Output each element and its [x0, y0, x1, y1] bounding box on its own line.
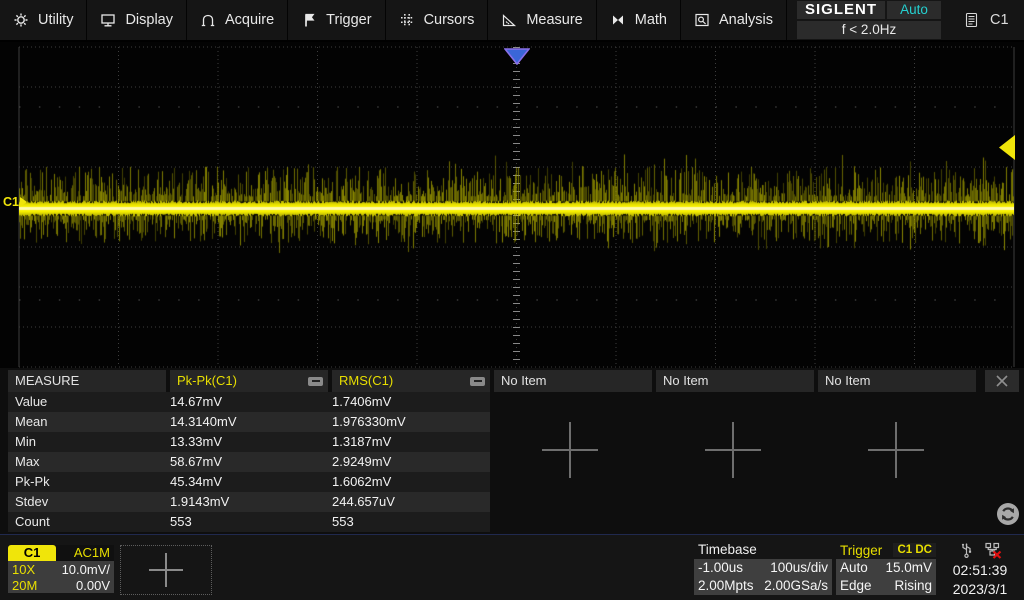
time-per-div: 100us/div [770, 560, 828, 576]
coupling-label: AC1M [56, 545, 114, 561]
channel-c1-descriptor-box[interactable]: C1 AC1M 10X 10.0mV/ 20M 0.00V [8, 545, 114, 593]
channel-arrow-icon [20, 197, 27, 207]
trigger-type: Edge [840, 578, 872, 594]
trigger-slope: Rising [894, 578, 932, 594]
memory-depth: 2.00Mpts [698, 578, 754, 594]
menu-cursors[interactable]: Cursors [386, 0, 489, 40]
gear-icon [13, 12, 29, 28]
math-bowtie-icon [610, 12, 626, 28]
siglent-logo: SIGLENT [797, 1, 885, 19]
waveform-display-area: C1 [0, 42, 1024, 368]
menu-math[interactable]: Math [597, 0, 681, 40]
table-row: Stdev1.9143mV244.657uV [8, 492, 490, 512]
table-row: Max58.67mV2.9249mV [8, 452, 490, 472]
acquire-icon [200, 12, 216, 28]
menu-analysis[interactable]: Analysis [681, 0, 787, 40]
menu-cursors-label: Cursors [424, 12, 475, 28]
reset-statistics-button[interactable] [996, 502, 1020, 526]
trigger-delay: -1.00us [698, 560, 743, 576]
status-cluster: SIGLENT Auto f < 2.0Hz [797, 0, 941, 40]
channel-c1-badge: C1 [8, 545, 56, 561]
remove-measurement-2-button[interactable] [470, 377, 485, 386]
measure-header-row: MEASURE Pk-Pk(C1) RMS(C1) No Item No Ite… [8, 370, 976, 392]
table-row: Value14.67mV1.7406mV [8, 392, 490, 412]
channel-c1-offset-marker[interactable]: C1 [3, 195, 27, 209]
menu-trigger[interactable]: Trigger [288, 0, 385, 40]
system-time: 02:51:39 [938, 561, 1022, 580]
lan-disconnected-icon [984, 541, 1002, 559]
menu-utility[interactable]: Utility [0, 0, 87, 40]
trigger-mode: Auto [840, 560, 868, 576]
volts-per-div: 10.0mV/ [62, 562, 110, 577]
measure-col4-header[interactable]: No Item [656, 370, 814, 392]
measure-col2-header[interactable]: RMS(C1) [332, 370, 490, 392]
close-measure-panel-button[interactable] [985, 370, 1019, 392]
sample-rate: 2.00GSa/s [764, 578, 828, 594]
timebase-descriptor-box[interactable]: Timebase -1.00us 100us/div 2.00Mpts 2.00GS… [694, 541, 832, 595]
bandwidth-limit: 20M [12, 578, 37, 593]
analysis-magnifier-icon [694, 12, 710, 28]
active-channel-indicator[interactable]: C1 [965, 0, 1009, 40]
menu-measure-label: Measure [526, 12, 582, 28]
channel-c1-trace [19, 47, 1014, 367]
measure-statistics-table: Value14.67mV1.7406mV Mean14.3140mV1.9763… [8, 392, 490, 532]
trigger-descriptor-box[interactable]: Trigger C1 DC Auto 15.0mV Edge Rising [836, 541, 936, 595]
acquisition-status-badge: Auto [887, 1, 941, 19]
add-channel-button[interactable] [120, 545, 212, 595]
probe-attenuation: 10X [12, 562, 35, 577]
plus-icon [149, 553, 183, 587]
system-date: 2023/3/1 [938, 580, 1022, 599]
clock-box: 02:51:39 2023/3/1 [938, 539, 1022, 599]
channel-c1-offset-label: C1 [3, 195, 19, 209]
cursors-grid-icon [399, 12, 415, 28]
add-measurement-5-button[interactable] [868, 422, 924, 478]
bottom-status-bar: C1 AC1M 10X 10.0mV/ 20M 0.00V Timebase -1.… [0, 534, 1024, 600]
menu-acquire[interactable]: Acquire [187, 0, 288, 40]
menu-measure[interactable]: Measure [488, 0, 596, 40]
notes-icon [965, 12, 978, 28]
menu-utility-label: Utility [38, 12, 73, 28]
measure-col3-header[interactable]: No Item [494, 370, 652, 392]
trigger-position-marker[interactable] [504, 48, 530, 65]
refresh-icon [996, 502, 1020, 526]
top-menu-bar: Utility Display Acquire Trigger Cursors … [0, 0, 1024, 42]
trigger-title: Trigger [840, 543, 882, 558]
add-measurement-3-button[interactable] [542, 422, 598, 478]
menu-analysis-label: Analysis [719, 12, 773, 28]
measure-col5-header[interactable]: No Item [818, 370, 976, 392]
table-row: Count553553 [8, 512, 490, 532]
remove-measurement-1-button[interactable] [308, 377, 323, 386]
usb-icon [959, 541, 974, 559]
table-row: Mean14.3140mV1.976330mV [8, 412, 490, 432]
display-icon [100, 12, 116, 28]
table-row: Pk-Pk45.34mV1.6062mV [8, 472, 490, 492]
menu-math-label: Math [635, 12, 667, 28]
close-icon [995, 374, 1009, 388]
table-row: Min13.33mV1.3187mV [8, 432, 490, 452]
menu-trigger-label: Trigger [326, 12, 371, 28]
trigger-level-marker[interactable] [998, 134, 1016, 161]
menu-acquire-label: Acquire [225, 12, 274, 28]
add-measurement-4-button[interactable] [705, 422, 761, 478]
trigger-level: 15.0mV [885, 560, 932, 576]
menu-display[interactable]: Display [87, 0, 187, 40]
trigger-source-chip: C1 DC [893, 543, 936, 557]
timebase-title: Timebase [694, 541, 832, 559]
measure-ruler-icon [501, 12, 517, 28]
measure-panel: MEASURE Pk-Pk(C1) RMS(C1) No Item No Ite… [0, 368, 1024, 534]
channel-offset: 0.00V [76, 578, 110, 593]
measure-title: MEASURE [8, 370, 166, 392]
flag-icon [301, 12, 317, 28]
trigger-frequency-readout: f < 2.0Hz [797, 21, 941, 39]
menu-display-label: Display [125, 12, 173, 28]
active-channel-label: C1 [990, 12, 1009, 28]
measure-col1-header[interactable]: Pk-Pk(C1) [170, 370, 328, 392]
